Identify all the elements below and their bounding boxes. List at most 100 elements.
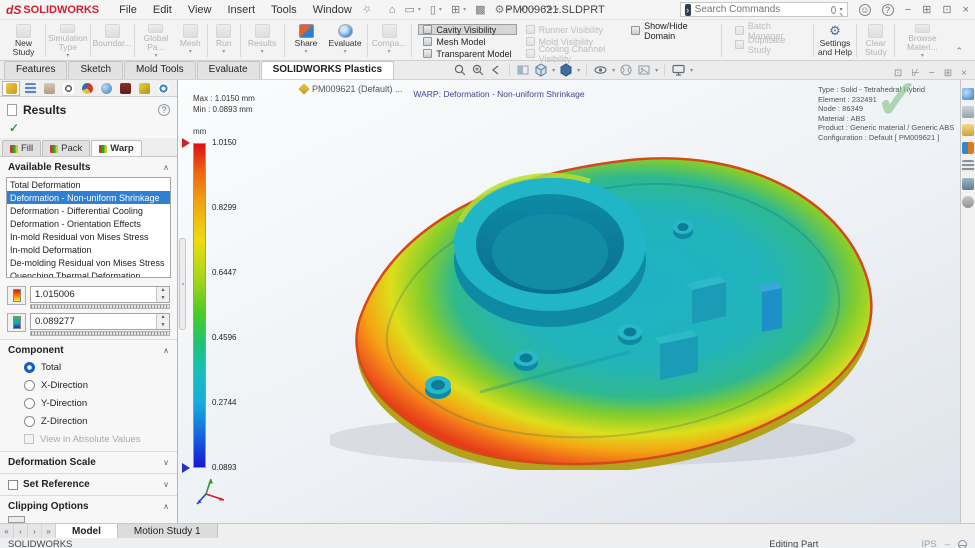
list-item[interactable]: In-mold Residual von Mises Stress (7, 230, 170, 243)
spin-up-icon[interactable]: ▲ (157, 287, 169, 295)
browse-material-button[interactable]: Browse Materi... ▾ (897, 21, 947, 60)
file-explorer-icon[interactable] (962, 124, 974, 136)
list-item[interactable]: In-mold Deformation (7, 243, 170, 256)
next-tab-icon[interactable]: › (28, 524, 42, 538)
tile-window-icon[interactable]: ⊬ (911, 68, 920, 79)
results-button[interactable]: Results ▾ (243, 21, 282, 60)
min-value-input[interactable] (30, 313, 170, 331)
component-header[interactable]: Component ∧ (0, 340, 177, 358)
units-selector[interactable]: IPS (921, 539, 936, 548)
menu-edit[interactable]: Edit (145, 2, 180, 18)
tab-model[interactable]: Model (56, 524, 117, 538)
clipping-plane-button[interactable] (8, 516, 25, 523)
max-scale-button[interactable] (7, 286, 26, 306)
cooling-channel-visibility-toggle[interactable]: Cooling Channel Visibility (521, 44, 615, 64)
previous-view-icon[interactable] (489, 63, 503, 77)
home-icon[interactable]: ⌂ (389, 4, 396, 16)
list-item[interactable]: Deformation - Differential Cooling (7, 204, 170, 217)
account-icon[interactable]: ☺ (858, 3, 871, 16)
tab-motion-study[interactable]: Motion Study 1 (116, 524, 218, 538)
list-item[interactable]: Total Deformation (7, 178, 170, 191)
radio-total[interactable]: Total (0, 358, 177, 376)
view-orientation-icon[interactable] (534, 63, 548, 77)
apply-scene-caret-icon[interactable]: ▾ (655, 67, 658, 74)
run-button[interactable]: Run ▾ (210, 21, 238, 60)
tab-fill[interactable]: Fill (2, 140, 42, 156)
new-window-icon[interactable]: ⊡ (894, 68, 902, 79)
save-icon[interactable]: ⊞ (451, 3, 460, 16)
evaluate-button[interactable]: Evaluate ▾ (326, 21, 365, 60)
transparent-model-toggle[interactable]: Transparent Model (418, 48, 516, 59)
set-reference-checkbox[interactable] (8, 479, 18, 490)
display-manager-tab[interactable] (97, 81, 115, 96)
feature-manager-tab[interactable] (21, 81, 39, 96)
duplicate-study-button[interactable]: Duplicate Study (730, 35, 805, 55)
open-icon[interactable]: ▯ (430, 3, 436, 16)
zoom-fit-icon[interactable] (453, 63, 467, 77)
legend-max-marker[interactable] (182, 138, 190, 148)
section-view-icon[interactable] (516, 63, 530, 77)
plastics-results-tab[interactable] (135, 81, 153, 96)
pane-settings-icon[interactable] (962, 196, 974, 208)
settings-icon[interactable]: ⚙ (495, 3, 505, 16)
collapse-chevron-icon[interactable]: ∧ (163, 346, 169, 355)
design-library-icon[interactable] (962, 106, 974, 118)
custom-properties-icon[interactable] (962, 160, 974, 172)
resources-icon[interactable] (962, 88, 974, 100)
model-3d[interactable] (330, 140, 890, 470)
available-results-list[interactable]: Total Deformation Deformation - Non-unif… (6, 177, 171, 279)
property-manager-tab[interactable] (40, 81, 58, 96)
settings-help-button[interactable]: ⚙ Settings and Help (815, 21, 854, 60)
collapse-chevron-icon[interactable]: ∧ (163, 502, 169, 511)
maximize-button[interactable]: ⊞ (922, 3, 931, 16)
simulation-manager-tab[interactable] (116, 81, 134, 96)
graphics-viewport[interactable]: PM009621 (Default) ... WARP: Deformation… (178, 80, 960, 523)
available-results-header[interactable]: Available Results ∧ (0, 157, 177, 175)
spin-down-icon[interactable]: ▼ (157, 322, 169, 330)
cavity-visibility-toggle[interactable]: Cavity Visibility (418, 24, 517, 35)
dimxpert-manager-tab[interactable] (78, 81, 96, 96)
list-item-selected[interactable]: Deformation - Non-uniform Shrinkage (7, 191, 170, 204)
clear-study-button[interactable]: Clear Study (859, 21, 892, 60)
spin-up-icon[interactable]: ▲ (157, 314, 169, 322)
search-icon[interactable] (830, 5, 836, 14)
view-settings-caret-icon[interactable]: ▾ (690, 67, 693, 74)
display-style-caret-icon[interactable]: ▾ (577, 67, 580, 74)
expand-chevron-icon[interactable]: ∨ (163, 480, 169, 489)
sync-tab[interactable] (154, 81, 172, 96)
menu-window[interactable]: Window (305, 2, 360, 18)
close-viewport-icon[interactable]: × (961, 68, 967, 79)
list-item[interactable]: De-molding Residual von Mises Stress (7, 256, 170, 269)
radio-z-direction[interactable]: Z-Direction (0, 412, 177, 430)
minimize-button[interactable]: − (905, 4, 911, 16)
compare-button[interactable]: Compa... ▾ (369, 21, 408, 60)
save-caret-icon[interactable]: ▾ (463, 6, 466, 13)
new-study-button[interactable]: New Study (4, 21, 43, 60)
print-icon[interactable]: ▩ (475, 3, 485, 16)
plastics-study-tab[interactable] (2, 80, 20, 96)
minimize-viewport-icon[interactable]: − (929, 68, 935, 79)
hide-show-items-icon[interactable] (593, 63, 608, 77)
search-scope-icon[interactable]: › (684, 3, 691, 16)
radio-y-direction[interactable]: Y-Direction (0, 394, 177, 412)
ribbon-collapse-button[interactable]: ⌃ (948, 46, 972, 60)
tab-features[interactable]: Features (4, 61, 68, 79)
legend-min-marker[interactable] (182, 463, 190, 473)
edit-appearance-icon[interactable] (619, 63, 633, 77)
last-tab-icon[interactable]: » (42, 524, 56, 538)
clipping-options-header[interactable]: Clipping Options ∧ (0, 496, 177, 514)
tab-pack[interactable]: Pack (42, 140, 91, 156)
mesh-button[interactable]: Mesh ▾ (176, 21, 206, 60)
restore-viewport-icon[interactable]: ⊞ (944, 68, 952, 79)
close-button[interactable]: × (963, 4, 969, 16)
tab-sketch[interactable]: Sketch (68, 61, 124, 79)
first-tab-icon[interactable]: « (0, 524, 14, 538)
list-item[interactable]: Quenching Thermal Deformation (7, 269, 170, 278)
max-spinner[interactable]: ▲ ▼ (156, 287, 169, 303)
runner-visibility-toggle[interactable]: Runner Visibility (521, 24, 615, 35)
show-hide-domain-button[interactable]: Show/Hide Domain (626, 21, 713, 41)
min-spinner[interactable]: ▲ ▼ (156, 314, 169, 330)
mesh-model-toggle[interactable]: Mesh Model (418, 36, 516, 47)
open-caret-icon[interactable]: ▾ (439, 6, 442, 13)
restore-button[interactable]: ⊡ (942, 3, 951, 16)
